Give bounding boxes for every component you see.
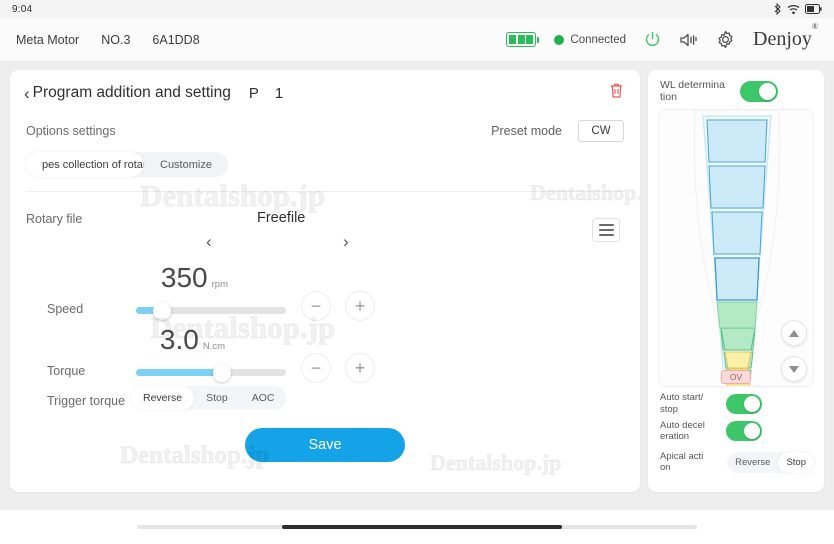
torque-slider-fill — [136, 369, 222, 376]
options-settings-row: Options settings Preset mode CW — [10, 120, 640, 142]
ov-badge: OV — [720, 370, 752, 385]
triangle-up-icon[interactable] — [781, 320, 807, 347]
options-settings-label: Options settings — [26, 124, 116, 138]
speed-unit: rpm — [211, 279, 228, 290]
auto-start-stop-toggle[interactable] — [726, 393, 762, 414]
program-settings-card: ‹ Program addition and setting P 1 Optio… — [10, 70, 640, 492]
apical-action-label: Apical acti on — [660, 450, 704, 474]
speed-value-display: 350 rpm — [138, 262, 228, 294]
trigger-torque-stop[interactable]: Stop — [194, 386, 240, 410]
torque-slider[interactable] — [136, 363, 286, 382]
card-header: ‹ Program addition and setting P 1 — [10, 70, 640, 110]
measurement-panel: WL determina tion OV Auto start/ stop Au… — [648, 70, 824, 492]
home-indicator[interactable] — [282, 525, 562, 529]
content-area: ‹ Program addition and setting P 1 Optio… — [0, 62, 834, 492]
device-info: Meta Motor NO.3 6A1DD8 — [16, 33, 200, 47]
torque-unit: N.cm — [202, 341, 225, 352]
battery-icon — [805, 4, 822, 14]
options-tab-rotary-collection[interactable]: pes collection of rotary f — [26, 152, 144, 177]
speed-label: Speed — [47, 302, 84, 316]
connection-status: Connected — [554, 34, 626, 46]
save-button[interactable]: Save — [245, 428, 405, 462]
triangle-down-icon[interactable] — [781, 356, 807, 383]
trigger-torque-row: Trigger torque Reverse Stop AOC — [10, 386, 640, 420]
header-actions: Connected Denjoy® — [506, 22, 818, 51]
os-status-bar: 9:04 — [0, 0, 834, 18]
torque-increase-button[interactable]: + — [345, 353, 375, 383]
rotary-file-row: Rotary file Freefile ‹ › — [10, 206, 640, 260]
app-header: Meta Motor NO.3 6A1DD8 Connected Denjoy® — [0, 18, 834, 62]
options-tab-group: pes collection of rotary f Customize — [26, 152, 228, 177]
torque-control: 3.0 N.cm Torque − + — [10, 322, 640, 384]
root-canal-visualization: OV — [658, 109, 814, 388]
trigger-torque-reverse[interactable]: Reverse — [131, 386, 195, 410]
torque-value: 3.0 — [159, 324, 199, 355]
auto-start-stop-label: Auto start/ stop — [660, 392, 704, 415]
device-name: Meta Motor — [16, 32, 80, 47]
options-tab-customize[interactable]: Customize — [144, 152, 228, 177]
connection-label: Connected — [570, 33, 627, 46]
list-menu-icon[interactable] — [592, 218, 620, 242]
status-dot-icon — [554, 34, 565, 45]
auto-start-stop-row: Auto start/ stop — [648, 387, 824, 415]
wl-determination-toggle[interactable] — [740, 80, 778, 102]
watermark: Dentalshop.jp — [529, 180, 640, 206]
program-label: P — [248, 84, 259, 102]
gear-icon[interactable] — [716, 30, 735, 49]
speaker-icon[interactable] — [679, 32, 698, 48]
speed-slider[interactable] — [136, 301, 286, 320]
preset-mode-label: Preset mode — [491, 124, 562, 138]
speed-control: 350 rpm Speed − + — [10, 260, 640, 322]
apical-action-stop[interactable]: Stop — [778, 451, 814, 473]
chevron-right-icon[interactable]: › — [343, 232, 349, 252]
auto-deceleration-row: Auto decel eration — [648, 415, 824, 443]
apical-action-reverse[interactable]: Reverse — [727, 452, 778, 473]
app-screen: 9:04 Meta Motor NO.3 6A1DD8 Connected De… — [0, 0, 834, 544]
torque-decrease-button[interactable]: − — [301, 353, 331, 383]
divider — [26, 191, 624, 192]
brand-name: Denjoy — [753, 28, 812, 50]
speed-value: 350 — [160, 262, 208, 293]
status-clock: 9:04 — [12, 3, 33, 15]
torque-value-display: 3.0 N.cm — [135, 324, 225, 356]
home-indicator-bar — [0, 510, 834, 544]
rotary-file-value: Freefile — [257, 210, 306, 226]
speed-slider-thumb[interactable] — [152, 301, 171, 320]
device-id: 6A1DD8 — [152, 32, 200, 47]
home-indicator-track — [137, 525, 697, 529]
status-icons — [774, 3, 822, 15]
trigger-torque-label: Trigger torque — [47, 394, 126, 408]
device-number: NO.3 — [101, 32, 131, 47]
auto-deceleration-label: Auto decel eration — [660, 419, 705, 443]
apical-action-row: Apical acti on Reverse Stop — [648, 443, 824, 474]
apical-action-options: Reverse Stop — [727, 451, 814, 473]
wl-determination-label: WL determina tion — [660, 79, 725, 104]
wl-determination-row: WL determina tion — [648, 70, 824, 109]
wifi-icon — [787, 4, 800, 15]
brand-logo: Denjoy® — [753, 22, 818, 51]
bluetooth-icon — [774, 3, 782, 15]
speed-increase-button[interactable]: + — [345, 291, 375, 321]
save-button-area: Save — [10, 428, 640, 462]
torque-label: Torque — [47, 364, 86, 378]
speed-decrease-button[interactable]: − — [301, 291, 331, 321]
chevron-left-icon[interactable]: ‹ — [206, 232, 212, 252]
trigger-torque-options: Reverse Stop AOC — [131, 386, 287, 410]
device-battery-icon — [506, 32, 540, 47]
brand-registered-mark: ® — [811, 22, 818, 32]
program-number: 1 — [274, 84, 284, 102]
trash-icon[interactable] — [609, 82, 624, 104]
torque-slider-thumb[interactable] — [212, 363, 231, 382]
back-button[interactable]: ‹ — [24, 85, 30, 102]
trigger-torque-aoc[interactable]: AOC — [240, 386, 287, 410]
page-title: Program addition and setting — [32, 84, 231, 101]
rotary-file-label: Rotary file — [26, 212, 83, 226]
power-icon[interactable] — [644, 31, 661, 48]
auto-deceleration-toggle[interactable] — [726, 421, 762, 442]
preset-mode-button[interactable]: CW — [578, 120, 624, 142]
